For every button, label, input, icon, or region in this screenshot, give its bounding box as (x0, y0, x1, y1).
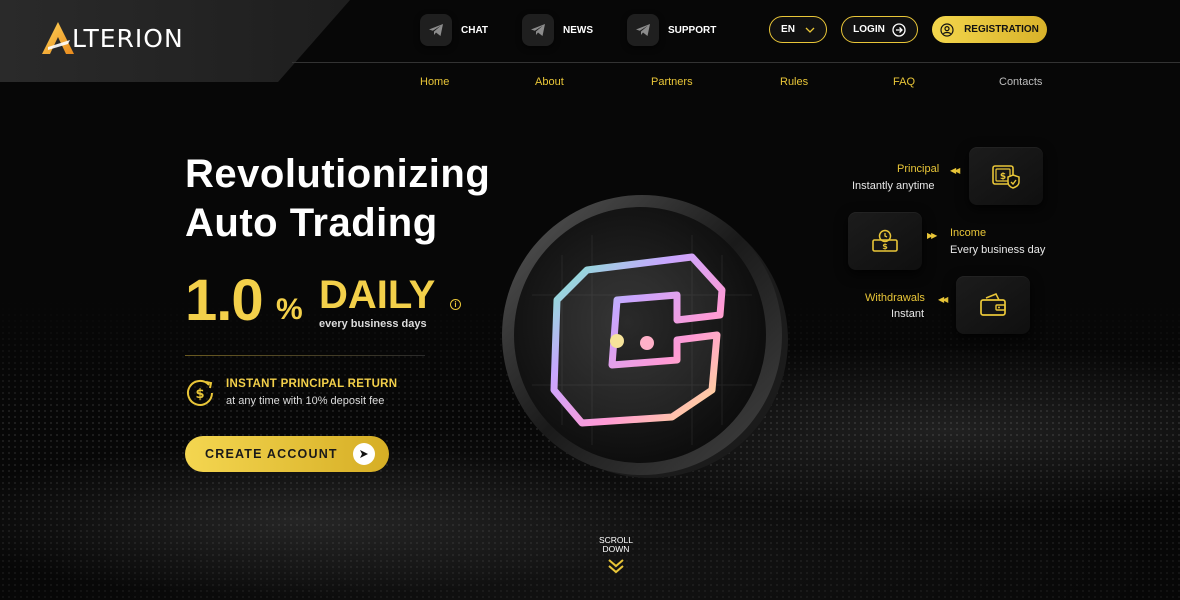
rate-unit: % (276, 293, 303, 326)
logo[interactable]: LTERION (40, 20, 184, 56)
logo-text: LTERION (72, 23, 184, 53)
feature-withdrawals-title: Withdrawals (865, 292, 925, 304)
coin-image (502, 195, 788, 478)
chevron-down-icon (805, 27, 815, 33)
user-icon (940, 22, 954, 37)
nav-about[interactable]: About (535, 76, 564, 88)
scroll-line2: DOWN (602, 544, 630, 554)
feature-income-sub: Every business day (950, 244, 1046, 256)
telegram-icon (627, 14, 659, 46)
rate-period: DAILY (319, 273, 436, 317)
telegram-icon (522, 14, 554, 46)
arrows-left-icon: ◀◀ (938, 295, 948, 304)
language-select[interactable]: EN (769, 16, 827, 43)
money-clock-icon: $ (848, 212, 922, 270)
create-account-button[interactable]: CREATE ACCOUNT (185, 436, 389, 472)
registration-label: REGISTRATION (964, 24, 1039, 35)
news-label: NEWS (563, 24, 593, 36)
scroll-down[interactable]: SCROLL DOWN (590, 536, 642, 576)
svg-text:$: $ (195, 387, 204, 402)
hero-title-line2: Auto Trading (185, 201, 438, 245)
login-label: LOGIN (853, 24, 885, 35)
info-icon[interactable]: i (450, 299, 461, 310)
nav-faq[interactable]: FAQ (893, 76, 915, 88)
arrows-left-icon: ◀◀ (950, 166, 960, 175)
feature-withdrawals-sub: Instant (891, 308, 925, 320)
news-link[interactable]: NEWS (522, 14, 593, 46)
hero-title-line1: Revolutionizing (185, 152, 491, 196)
instant-return-subtitle: at any time with 10% deposit fee (226, 395, 385, 407)
arrows-right-icon: ▶▶ (927, 231, 937, 240)
chevron-down-icon (608, 559, 624, 574)
login-button[interactable]: LOGIN (841, 16, 918, 43)
nav-partners[interactable]: Partners (651, 76, 693, 88)
nav-divider (292, 62, 1180, 63)
login-arrow-icon (892, 22, 906, 37)
hero-title: Revolutionizing Auto Trading (185, 150, 490, 248)
dollar-return-icon: $ (187, 379, 213, 406)
logo-icon (42, 22, 74, 54)
instant-return-title: INSTANT PRINCIPAL RETURN (226, 378, 398, 390)
chat-link[interactable]: CHAT (420, 14, 488, 46)
rate-value: 1.0 (185, 268, 264, 333)
svg-text:$: $ (882, 242, 888, 251)
chat-label: CHAT (461, 24, 489, 36)
money-shield-icon: $ (969, 147, 1043, 205)
support-label: SUPPORT (668, 24, 717, 36)
feature-principal-title: Principal (897, 163, 940, 175)
rate-subtitle: every business days (319, 318, 427, 330)
create-account-label: CREATE ACCOUNT (205, 447, 338, 461)
nav-contacts[interactable]: Contacts (999, 76, 1042, 88)
support-link[interactable]: SUPPORT (627, 14, 716, 46)
telegram-icon (420, 14, 452, 46)
arrow-right-icon (353, 443, 375, 465)
feature-income-title: Income (950, 227, 987, 239)
svg-text:$: $ (1000, 172, 1006, 182)
nav-rules[interactable]: Rules (780, 76, 808, 88)
registration-button[interactable]: REGISTRATION (932, 16, 1047, 43)
hero-divider (185, 355, 425, 356)
feature-principal-sub: Instantly anytime (852, 180, 935, 192)
wallet-icon (956, 276, 1030, 334)
nav-home[interactable]: Home (420, 76, 449, 88)
language-value: EN (781, 24, 795, 35)
